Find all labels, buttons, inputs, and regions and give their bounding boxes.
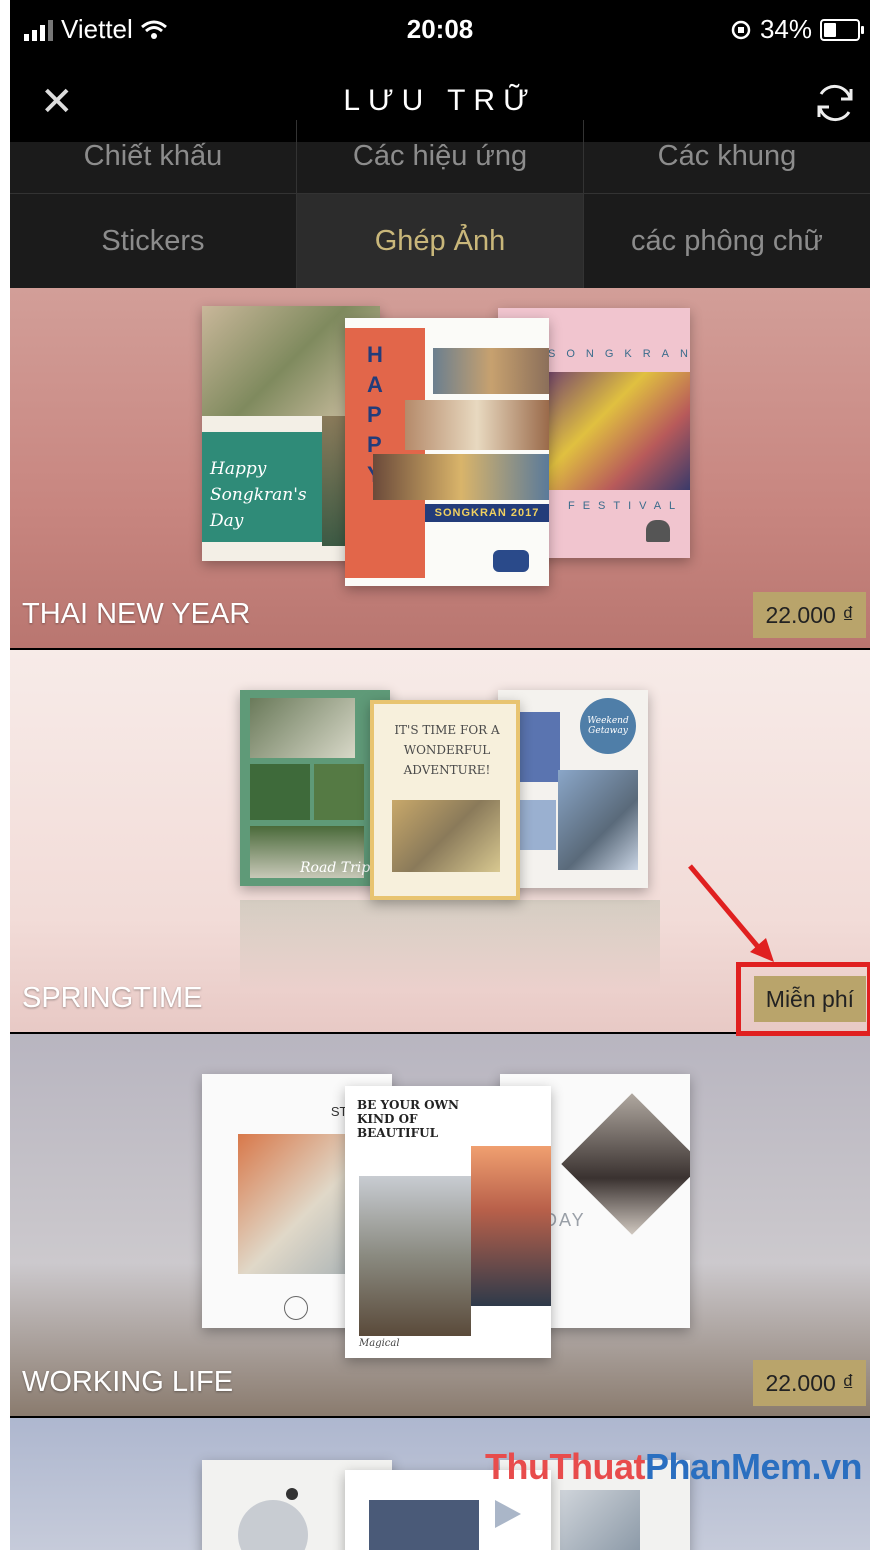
battery-percent: 34% xyxy=(759,14,812,44)
adventure-text: IT'S TIME FOR A WONDERFUL ADVENTURE! xyxy=(394,723,500,777)
tab-frames[interactable]: Các khung xyxy=(584,120,870,194)
price-badge[interactable]: 22.000 ₫ xyxy=(753,1360,866,1406)
pack-preview-card: Weekend Getaway xyxy=(498,690,648,888)
weekend-text: Weekend Getaway xyxy=(587,716,629,736)
tab-collage[interactable]: Ghép Ảnh xyxy=(297,194,584,288)
pack-preview-card: Road Trip xyxy=(240,690,390,886)
road-trip-text: Road Trip xyxy=(300,860,371,876)
festival-text: FESTIVAL xyxy=(568,500,684,512)
tuk-tuk-icon xyxy=(493,550,529,572)
status-right: 34% xyxy=(730,14,864,45)
status-bar: Viettel 20:08 34% xyxy=(10,0,870,66)
elephant-icon xyxy=(646,520,670,542)
tab-discount[interactable]: Chiết khấu xyxy=(10,120,297,194)
price-badge[interactable]: 22.000 ₫ xyxy=(753,592,866,638)
app-screen: Viettel 20:08 34% ✕ LƯU TRỮ Chiết khấu C… xyxy=(10,0,870,1550)
pack-preview-card: BE YOUR OWN KIND OF BEAUTIFUL Magical xyxy=(345,1086,551,1358)
quote-text: BE YOUR OWN KIND OF BEAUTIFUL xyxy=(357,1098,459,1140)
watermark-part1: ThuThuat xyxy=(485,1446,645,1487)
pack-working-life[interactable]: STUDIO DAY BE YOUR OWN KIND OF BEAUTIFUL… xyxy=(10,1034,870,1416)
arrow-annotation xyxy=(688,864,774,962)
tab-fonts[interactable]: các phông chữ xyxy=(584,194,870,288)
pack-reflection xyxy=(240,900,660,990)
pack-title: SPRINGTIME xyxy=(22,982,203,1014)
pack-thai-new-year[interactable]: Happy Songkran's Day SONGKRAN FESTIVAL H… xyxy=(10,288,870,648)
songkran-text: SONGKRAN xyxy=(548,348,690,360)
category-tabs: Chiết khấu Các hiệu ứng Các khung Sticke… xyxy=(10,120,870,288)
pack-title: WORKING LIFE xyxy=(22,1366,234,1398)
page-title: LƯU TRỮ xyxy=(343,84,537,117)
pack-preview-card: IT'S TIME FOR A WONDERFUL ADVENTURE! xyxy=(370,700,520,900)
watermark-part2: PhanMem.vn xyxy=(644,1446,863,1487)
watermark: ThuThuatPhanMem.vn xyxy=(485,1446,863,1488)
songkran-banner: SONGKRAN 2017 xyxy=(425,504,549,522)
highlight-box xyxy=(736,962,870,1036)
greeting-text: Happy Songkran's Day xyxy=(210,459,307,531)
pack-title: THAI NEW YEAR xyxy=(22,598,251,630)
magical-text: Magical xyxy=(359,1338,400,1349)
tab-effects[interactable]: Các hiệu ứng xyxy=(297,120,584,194)
battery-icon xyxy=(820,18,864,41)
tab-row-1: Chiết khấu Các hiệu ứng Các khung xyxy=(10,120,870,194)
tab-row-2: Stickers Ghép Ảnh các phông chữ xyxy=(10,194,870,288)
tab-stickers[interactable]: Stickers xyxy=(10,194,297,288)
orientation-lock-icon xyxy=(731,20,751,39)
weekend-badge: Weekend Getaway xyxy=(580,698,636,754)
pack-preview-card: HAPPY SONGKRAN 2017 xyxy=(345,318,549,586)
